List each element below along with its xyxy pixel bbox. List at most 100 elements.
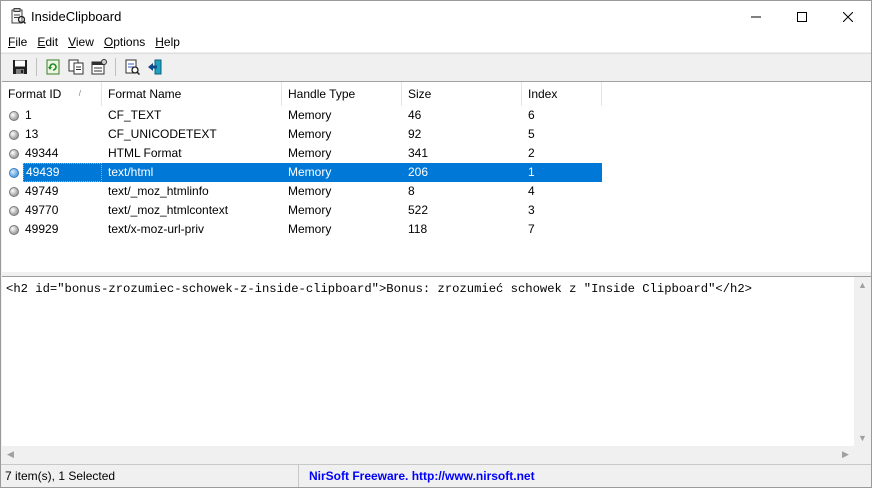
scroll-left-icon[interactable]: ◀ bbox=[2, 446, 19, 463]
menu-view[interactable]: View bbox=[63, 32, 99, 52]
menu-file[interactable]: File bbox=[3, 32, 32, 52]
toolbar-separator bbox=[36, 57, 37, 76]
cell-handle-type: Memory bbox=[288, 222, 332, 236]
column-label: Handle Type bbox=[288, 87, 356, 101]
save-icon bbox=[13, 59, 27, 74]
scroll-down-icon[interactable]: ▼ bbox=[854, 430, 871, 447]
html-report-icon bbox=[125, 59, 140, 75]
format-id-text: 49749 bbox=[25, 184, 59, 198]
cell-format-name: text/x-moz-url-priv bbox=[108, 222, 205, 236]
column-header-index[interactable]: Index bbox=[522, 82, 602, 106]
html-report-button[interactable] bbox=[123, 58, 141, 76]
clipboard-content-text[interactable]: <h2 id="bonus-zrozumiec-schowek-z-inside… bbox=[6, 282, 752, 296]
nirsoft-link[interactable]: NirSoft Freeware. http://www.nirsoft.net bbox=[299, 465, 535, 487]
scroll-right-icon[interactable]: ▶ bbox=[837, 446, 854, 463]
table-row[interactable]: 49770 text/_moz_htmlcontext Memory 522 3 bbox=[2, 201, 871, 220]
table-row[interactable]: 49929 text/x-moz-url-priv Memory 118 7 bbox=[2, 220, 871, 239]
cell-format-name: HTML Format bbox=[108, 146, 182, 160]
scroll-corner bbox=[854, 446, 871, 463]
cell-format-id: 49770 bbox=[2, 201, 102, 220]
properties-button[interactable] bbox=[90, 58, 108, 76]
close-button[interactable] bbox=[825, 1, 871, 32]
cell-format-id: 1 bbox=[2, 106, 102, 125]
cell-size: 118 bbox=[408, 222, 428, 236]
toolbar-separator bbox=[115, 57, 116, 76]
cell-format-name: text/_moz_htmlcontext bbox=[108, 203, 229, 217]
cell-format-name: CF_TEXT bbox=[108, 108, 162, 122]
window-title: InsideClipboard bbox=[31, 9, 122, 24]
column-header-format-id[interactable]: Format ID / bbox=[2, 82, 102, 106]
cell-format-id: 13 bbox=[2, 125, 102, 144]
maximize-button[interactable] bbox=[779, 1, 825, 32]
cell-size: 8 bbox=[408, 184, 415, 198]
properties-icon bbox=[91, 58, 107, 74]
menu-edit[interactable]: Edit bbox=[32, 32, 63, 52]
save-button[interactable] bbox=[11, 58, 29, 76]
cell-handle-type: Memory bbox=[288, 127, 332, 141]
vertical-scrollbar[interactable]: ▲ ▼ bbox=[854, 277, 871, 447]
cell-format-id: 49439 bbox=[2, 163, 102, 182]
cell-format-id: 49749 bbox=[2, 182, 102, 201]
horizontal-scrollbar[interactable]: ◀ ▶ bbox=[2, 446, 854, 463]
cell-handle-type: Memory bbox=[288, 203, 332, 217]
cell-index: 3 bbox=[528, 203, 535, 217]
column-label: Format ID bbox=[8, 87, 62, 101]
menu-help[interactable]: Help bbox=[150, 32, 185, 52]
table-row[interactable]: 49749 text/_moz_htmlinfo Memory 8 4 bbox=[2, 182, 871, 201]
column-header-size[interactable]: Size bbox=[402, 82, 522, 106]
column-header-handle-type[interactable]: Handle Type bbox=[282, 82, 402, 106]
column-label: Format Name bbox=[108, 87, 182, 101]
cell-format-name: text/html bbox=[102, 163, 282, 182]
column-label: Size bbox=[408, 87, 432, 101]
row-item-icon bbox=[9, 167, 19, 178]
exit-icon bbox=[148, 59, 162, 74]
toolbar bbox=[1, 53, 871, 79]
copy-icon bbox=[68, 59, 84, 74]
cell-size: 522 bbox=[408, 203, 429, 217]
row-item-icon bbox=[9, 129, 19, 140]
cell-index: 1 bbox=[522, 163, 602, 182]
cell-format-id: 49929 bbox=[2, 220, 102, 239]
minimize-icon bbox=[751, 16, 761, 17]
menu-bar: File Edit View Options Help bbox=[1, 32, 871, 52]
cell-handle-type: Memory bbox=[288, 184, 332, 198]
app-window: InsideClipboard File Edit View Options H… bbox=[0, 0, 872, 488]
cell-index: 4 bbox=[528, 184, 535, 198]
table-row[interactable]: 49439 text/html Memory 206 1 bbox=[2, 163, 871, 182]
table-row[interactable]: 1 CF_TEXT Memory 46 6 bbox=[2, 106, 871, 125]
content-pane[interactable]: <h2 id="bonus-zrozumiec-schowek-z-inside… bbox=[2, 276, 871, 463]
row-item-icon bbox=[9, 110, 19, 121]
app-icon bbox=[10, 8, 27, 25]
minimize-button[interactable] bbox=[733, 1, 779, 32]
refresh-icon bbox=[46, 59, 60, 74]
format-id-text: 13 bbox=[25, 127, 39, 141]
formats-list[interactable]: Format ID / Format Name Handle Type Size… bbox=[2, 81, 871, 272]
cell-index: 6 bbox=[528, 108, 535, 122]
menu-options[interactable]: Options bbox=[99, 32, 150, 52]
list-header: Format ID / Format Name Handle Type Size… bbox=[2, 82, 871, 106]
row-item-icon bbox=[9, 205, 19, 216]
format-id-text: 49344 bbox=[25, 146, 59, 160]
format-id-text: 49439 bbox=[23, 163, 102, 182]
sort-ascending-icon: / bbox=[78, 89, 81, 98]
row-item-icon bbox=[9, 224, 19, 235]
maximize-icon bbox=[797, 11, 807, 22]
scroll-up-icon[interactable]: ▲ bbox=[854, 277, 871, 294]
cell-format-name: CF_UNICODETEXT bbox=[108, 127, 217, 141]
copy-button[interactable] bbox=[67, 58, 85, 76]
table-row[interactable]: 13 CF_UNICODETEXT Memory 92 5 bbox=[2, 125, 871, 144]
row-item-icon bbox=[9, 186, 19, 197]
cell-size: 341 bbox=[408, 146, 429, 160]
table-row[interactable]: 49344 HTML Format Memory 341 2 bbox=[2, 144, 871, 163]
title-bar[interactable]: InsideClipboard bbox=[1, 1, 871, 32]
refresh-button[interactable] bbox=[44, 58, 62, 76]
status-bar: 7 item(s), 1 Selected NirSoft Freeware. … bbox=[1, 464, 871, 487]
format-id-text: 49929 bbox=[25, 222, 59, 236]
close-icon bbox=[843, 11, 853, 22]
cell-size: 206 bbox=[402, 163, 522, 182]
cell-index: 2 bbox=[528, 146, 535, 160]
column-header-format-name[interactable]: Format Name bbox=[102, 82, 282, 106]
cell-handle-type: Memory bbox=[288, 146, 332, 160]
status-item-count: 7 item(s), 1 Selected bbox=[1, 465, 299, 487]
exit-button[interactable] bbox=[146, 58, 164, 76]
